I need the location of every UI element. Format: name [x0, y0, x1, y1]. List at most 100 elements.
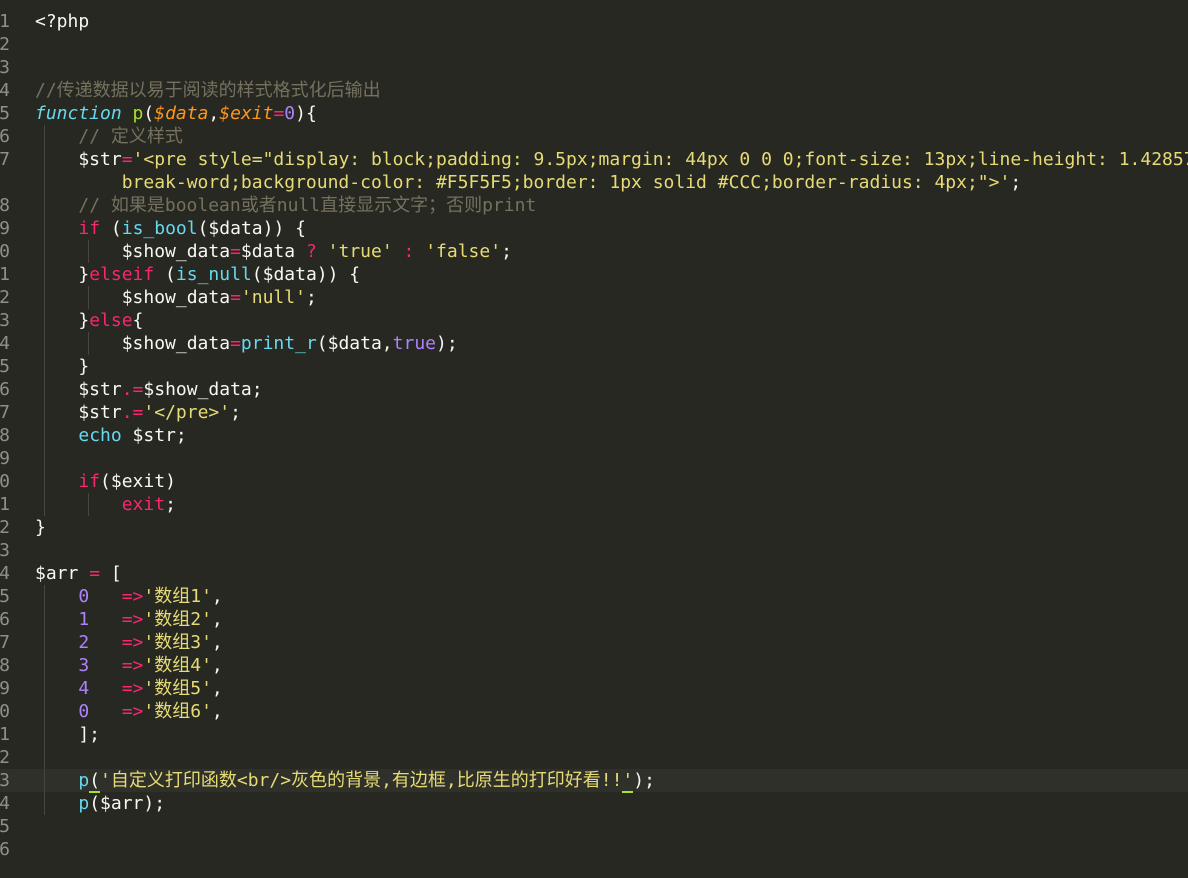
code-line[interactable]: 0 =>'数组6', [35, 700, 222, 723]
line-number: 5 [0, 356, 10, 377]
code-line[interactable]: } [35, 516, 46, 539]
code-token: = [89, 563, 101, 584]
code-line[interactable]: 0 =>'数组1', [35, 585, 222, 608]
code-token: ( [154, 264, 176, 285]
line-number: 2 [0, 747, 10, 768]
code-line[interactable]: $arr = [ [35, 562, 122, 585]
code-line[interactable]: ]; [35, 723, 100, 746]
code-token: <?php [35, 11, 90, 32]
code-line[interactable]: p($arr); [35, 792, 165, 815]
code-line[interactable]: $show_data='null'; [35, 286, 317, 309]
code-token: 0 [78, 701, 90, 722]
code-token: $exit [219, 103, 274, 124]
code-line[interactable]: <?php [35, 10, 89, 33]
line-number: 5 [0, 816, 10, 837]
code-line[interactable]: $str='<pre style="display: block;padding… [35, 148, 1188, 171]
code-line[interactable]: // 定义样式 [35, 125, 183, 148]
code-line[interactable]: 4 =>'数组5', [35, 677, 223, 700]
code-token: $show_data; [143, 379, 263, 400]
line-number: 3 [0, 540, 10, 561]
line-number: 8 [0, 425, 10, 446]
line-number: 9 [0, 678, 10, 699]
code-token: print_r [240, 333, 317, 354]
code-token: => [121, 609, 144, 630]
line-number: 1 [0, 264, 10, 285]
code-token: [ [100, 563, 122, 584]
code-token: ); [633, 770, 655, 791]
line-number: 0 [0, 471, 10, 492]
code-line[interactable]: }elseif (is_null($data)) { [35, 263, 360, 286]
code-token: $str [35, 402, 122, 423]
line-number: 2 [0, 34, 10, 55]
code-line[interactable]: if($exit) [35, 470, 176, 493]
code-token: //传递数据以易于阅读的样式格式化后输出 [35, 80, 381, 101]
code-line[interactable]: $str.=$show_data; [35, 378, 263, 401]
line-number: 4 [0, 563, 10, 584]
code-line[interactable]: exit; [35, 493, 176, 516]
code-token: => [121, 701, 144, 722]
code-line[interactable]: 1 =>'数组2', [35, 608, 223, 631]
code-line[interactable]: $str.='</pre>'; [35, 401, 241, 424]
line-number: 0 [0, 241, 10, 262]
code-token: = [230, 241, 241, 262]
code-token: $str; [121, 425, 187, 446]
line-number: 2 [0, 287, 10, 308]
code-token: function [35, 103, 122, 124]
code-token: break-word;background-color: #F5F5F5;bor… [35, 172, 1011, 193]
code-token: 2 [78, 632, 90, 653]
code-editor[interactable]: 123456789012345678901234567890123456 <?p… [0, 0, 1188, 878]
code-token: , [211, 678, 223, 699]
code-token: true [392, 333, 436, 354]
code-token: ( [89, 770, 101, 793]
code-token: $show_data [35, 287, 231, 308]
code-token: ; [501, 241, 512, 262]
code-line[interactable]: function p($data,$exit=0){ [35, 102, 317, 125]
code-line[interactable]: $show_data=print_r($data,true); [35, 332, 458, 355]
code-token: '数组1' [143, 586, 212, 607]
code-token: ]; [35, 724, 101, 745]
code-token: ($data, [316, 333, 393, 354]
code-line[interactable]: // 如果是boolean或者null直接显示文字；否则print [35, 194, 536, 217]
code-line[interactable]: $show_data=$data ? 'true' : 'false'; [35, 240, 512, 263]
code-token: $data [154, 103, 209, 124]
code-line[interactable]: 3 =>'数组4', [35, 654, 222, 677]
code-token: = [273, 103, 285, 124]
line-number: 4 [0, 333, 10, 354]
code-token: $str [35, 149, 122, 170]
code-line[interactable]: if (is_bool($data)) { [35, 217, 306, 240]
code-token: p [78, 770, 90, 791]
code-token: , [211, 609, 223, 630]
code-token: '<pre style="display: block;padding: 9.5… [132, 149, 1188, 170]
code-line[interactable]: break-word;background-color: #F5F5F5;bor… [35, 171, 1021, 194]
line-number-gutter: 123456789012345678901234567890123456 [0, 0, 28, 878]
code-line[interactable]: }else{ [35, 309, 143, 332]
code-line[interactable]: 2 =>'数组3', [35, 631, 222, 654]
code-line[interactable]: echo $str; [35, 424, 187, 447]
code-token: is_bool [121, 218, 198, 239]
line-number: 8 [0, 195, 10, 216]
code-token: } [35, 517, 46, 538]
code-line[interactable]: p('自定义打印函数<br/>灰色的背景,有边框,比原生的打印好看!!'); [35, 769, 655, 793]
code-line[interactable]: } [35, 355, 89, 378]
line-number: 4 [0, 80, 10, 101]
code-line[interactable]: //传递数据以易于阅读的样式格式化后输出 [35, 79, 381, 102]
code-token: $str [35, 379, 122, 400]
line-number: 7 [0, 149, 10, 170]
line-number: 2 [0, 517, 10, 538]
code-token: 'false' [425, 241, 502, 262]
code-token: } [35, 310, 90, 331]
line-number: 9 [0, 218, 10, 239]
code-token: => [121, 586, 144, 607]
code-token: .= [121, 379, 144, 400]
line-number: 4 [0, 793, 10, 814]
code-token: => [121, 655, 144, 676]
code-area[interactable]: <?php//传递数据以易于阅读的样式格式化后输出 function p($dat… [35, 0, 1188, 878]
